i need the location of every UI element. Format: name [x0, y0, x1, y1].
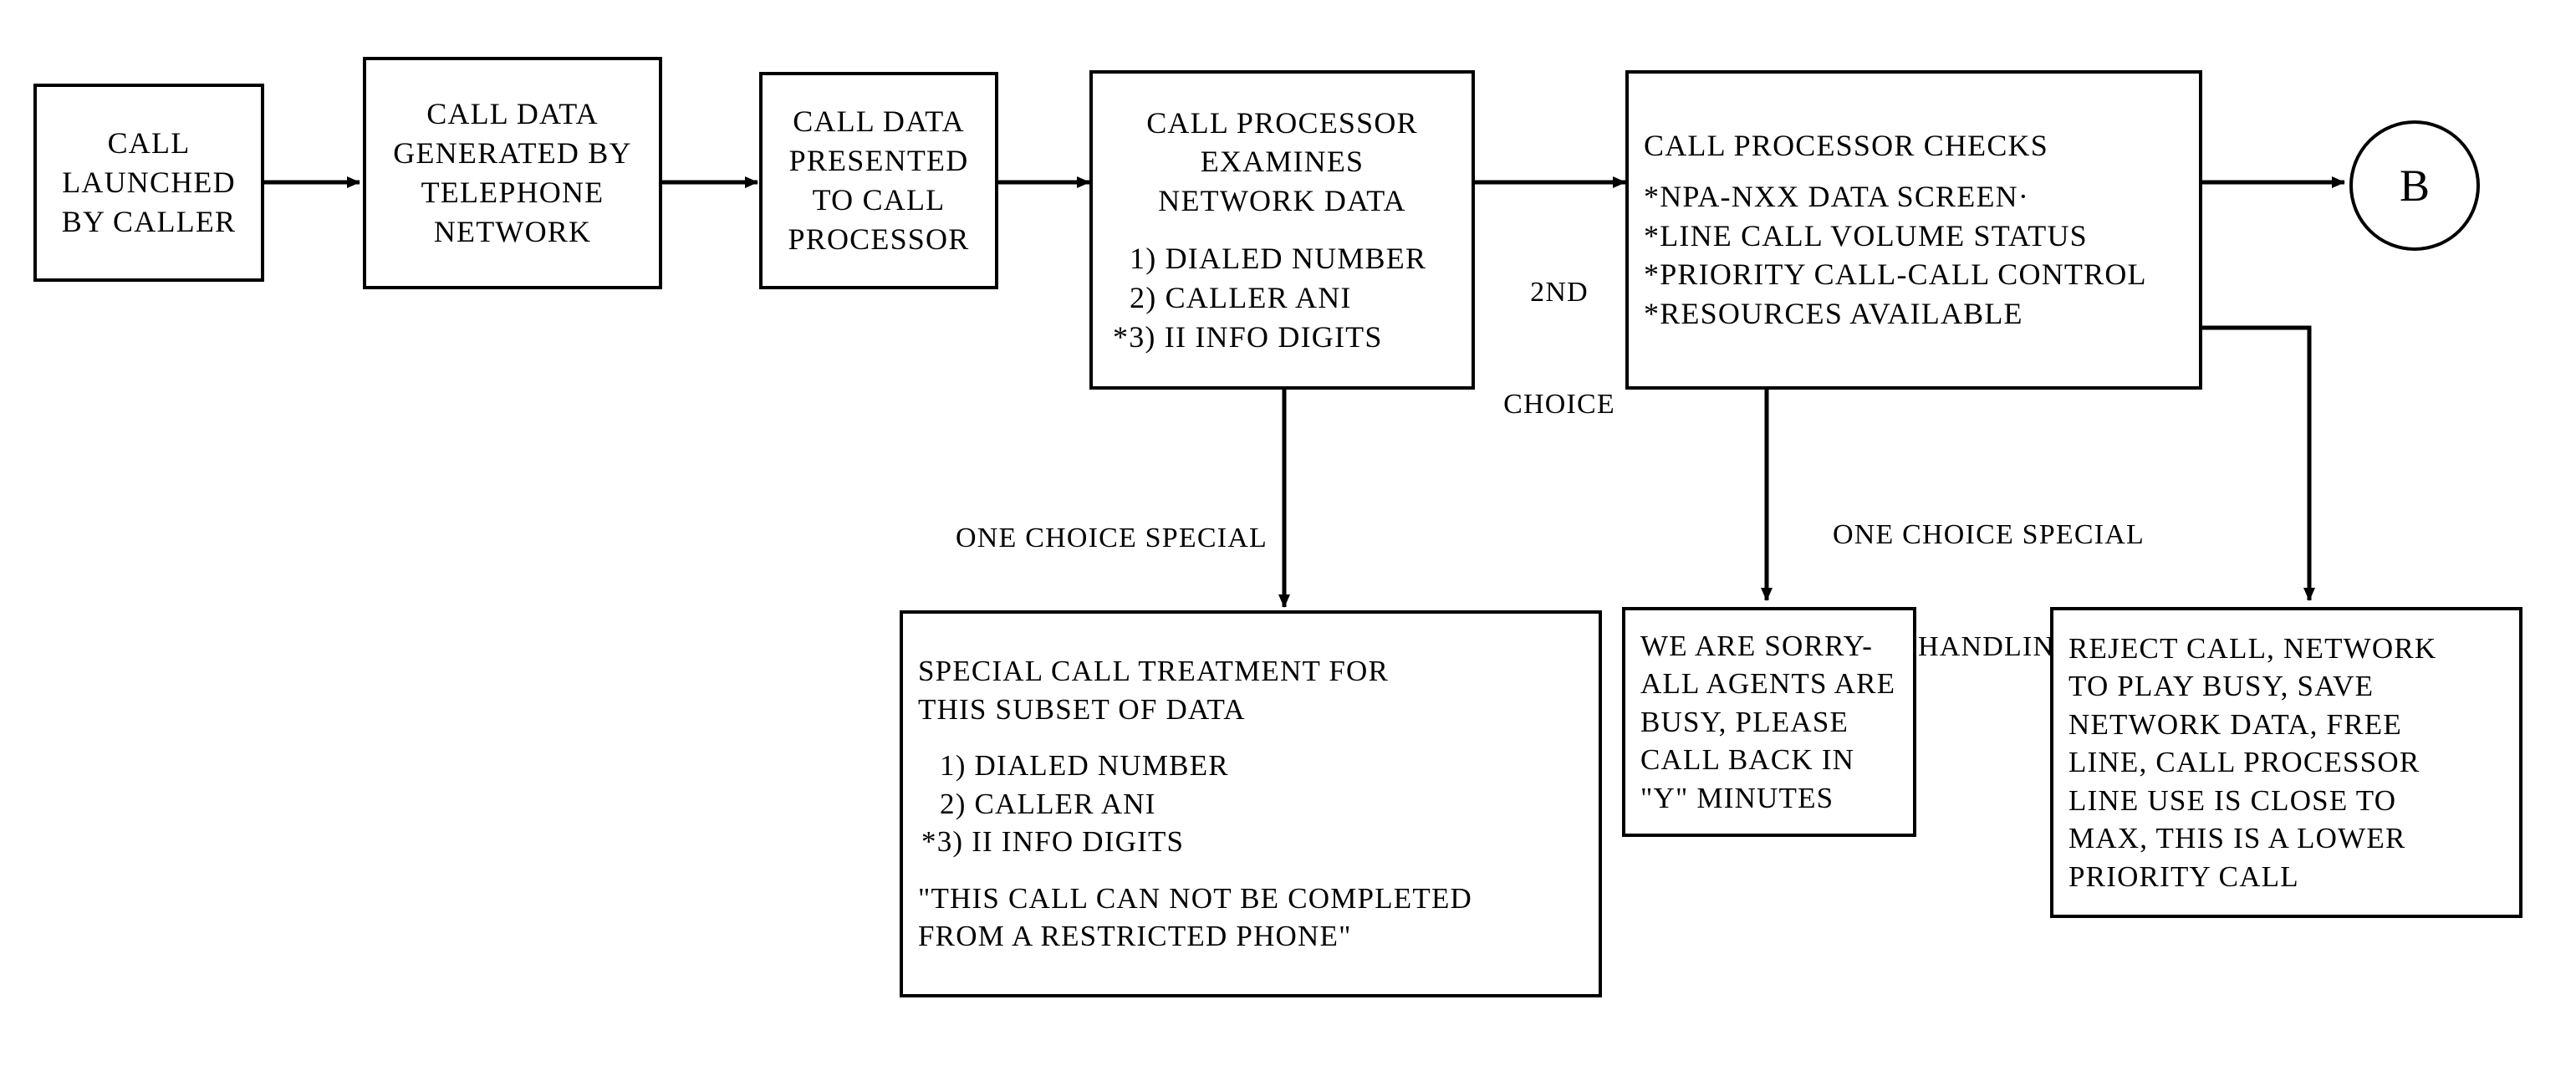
node-line: ALL AGENTS ARE: [1640, 667, 1896, 701]
node-line: NETWORK DATA: [1158, 184, 1406, 218]
node-line: PRIORITY CALL: [2068, 859, 2299, 893]
node-line: TO PLAY BUSY, SAVE: [2068, 670, 2375, 703]
node-line: "Y" MINUTES: [1640, 781, 1834, 814]
node-special-call-treatment: SPECIAL CALL TREATMENT FOR THIS SUBSET O…: [900, 610, 1602, 997]
node-call-data-generated: CALL DATA GENERATED BY TELEPHONE NETWORK: [363, 57, 662, 289]
node-line: CALL: [107, 126, 191, 161]
node-line: THIS SUBSET OF DATA: [918, 692, 1246, 726]
connector-b-label: B: [2399, 161, 2431, 211]
node-line: FROM A RESTRICTED PHONE": [918, 920, 1352, 953]
node-line: "THIS CALL CAN NOT BE COMPLETED: [918, 881, 1473, 915]
node-line: CALL PROCESSOR CHECKS: [1644, 129, 2048, 162]
node-line: BUSY, PLEASE: [1640, 705, 1849, 738]
node-list-item: 2) CALLER ANI: [1130, 280, 1352, 314]
node-list-item: *LINE CALL VOLUME STATUS: [1644, 218, 2088, 252]
node-list-item: *3) II INFO DIGITS: [921, 825, 1185, 859]
node-line: CALL DATA: [793, 105, 965, 139]
node-line: PRESENTED: [788, 144, 969, 178]
node-list-item: *3) II INFO DIGITS: [1113, 319, 1383, 354]
node-line: EXAMINES: [1200, 145, 1365, 179]
node-line: PROCESSOR: [788, 222, 970, 256]
node-call-launched: CALL LAUNCHED BY CALLER: [33, 84, 264, 282]
node-line: MAX, THIS IS A LOWER: [2068, 822, 2406, 855]
node-line: SPECIAL CALL TREATMENT FOR: [918, 655, 1390, 688]
node-we-are-sorry: WE ARE SORRY- ALL AGENTS ARE BUSY, PLEAS…: [1622, 607, 1916, 837]
node-line: LINE, CALL PROCESSOR: [2068, 746, 2420, 779]
node-list-item: *NPA-NXX DATA SCREEN·: [1644, 179, 2030, 213]
node-line: WE ARE SORRY-: [1640, 629, 1874, 662]
node-list-item: 1) DIALED NUMBER: [1130, 242, 1427, 275]
node-list-item: 2) CALLER ANI: [940, 787, 1156, 820]
node-line: TO CALL: [812, 183, 946, 217]
node-processor-checks: CALL PROCESSOR CHECKS *NPA-NXX DATA SCRE…: [1625, 70, 2202, 390]
node-line: BY CALLER: [61, 204, 237, 238]
node-list-item: 1) DIALED NUMBER: [940, 749, 1229, 783]
node-line: TELEPHONE: [421, 176, 604, 209]
node-line: GENERATED BY: [393, 136, 632, 171]
edge-label-second-choice: 2ND CHOICE: [1497, 199, 1622, 499]
connector-b: B: [2349, 120, 2480, 251]
node-line: CALL PROCESSOR: [1146, 105, 1418, 140]
flowchart-canvas: CALL LAUNCHED BY CALLER CALL DATA GENERA…: [0, 0, 2576, 1066]
edge-label-line: CHOICE: [1503, 389, 1615, 421]
node-line: CALL BACK IN: [1640, 743, 1855, 777]
edge-label-line: ONE CHOICE SPECIAL: [1833, 518, 2145, 550]
node-list-item: *PRIORITY CALL-CALL CONTROL: [1644, 258, 2147, 292]
node-line: LAUNCHED: [62, 166, 236, 200]
node-line: REJECT CALL, NETWORK: [2068, 631, 2437, 665]
node-line: CALL DATA: [426, 97, 599, 131]
node-call-data-presented: CALL DATA PRESENTED TO CALL PROCESSOR: [759, 72, 998, 289]
node-list-item: *RESOURCES AVAILABLE: [1644, 297, 2023, 331]
node-line: NETWORK DATA, FREE: [2068, 707, 2402, 741]
node-line: NETWORK: [433, 214, 592, 248]
edge-label-line: ONE CHOICE SPECIAL: [956, 522, 1268, 553]
edge-label-line: 2ND: [1530, 276, 1589, 308]
node-processor-examines: CALL PROCESSOR EXAMINES NETWORK DATA 1) …: [1089, 70, 1475, 390]
node-line: LINE USE IS CLOSE TO: [2068, 783, 2397, 817]
node-reject-call: REJECT CALL, NETWORK TO PLAY BUSY, SAVE …: [2050, 607, 2522, 918]
